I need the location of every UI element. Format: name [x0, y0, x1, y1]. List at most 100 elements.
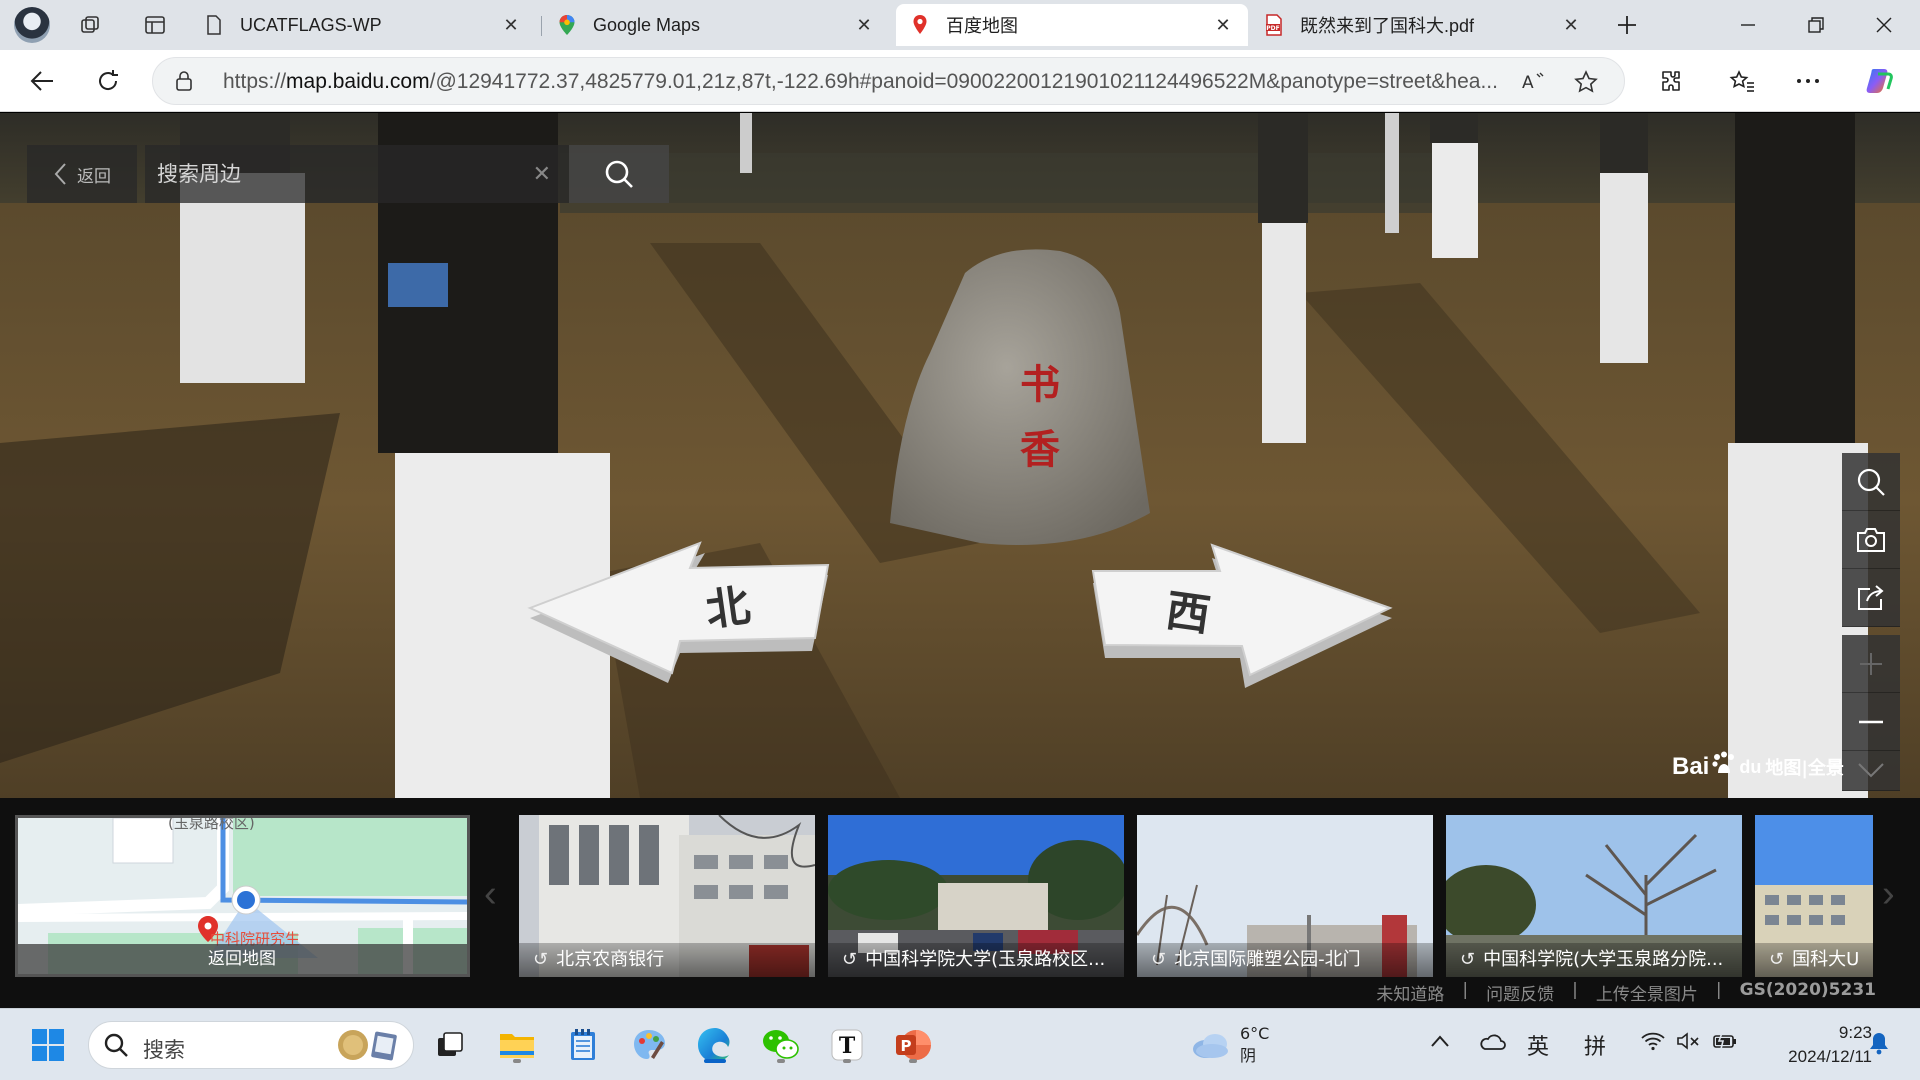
refresh-button[interactable] [88, 62, 128, 100]
onedrive-icon[interactable] [1478, 1031, 1506, 1057]
start-button[interactable] [26, 1023, 70, 1067]
strip-prev-arrow[interactable]: ‹ [484, 873, 497, 916]
read-aloud-icon[interactable]: A [1519, 68, 1549, 96]
svg-text:书: 书 [1020, 362, 1060, 408]
logo-text-bai: Bai [1672, 753, 1710, 780]
nearby-search-input[interactable] [157, 157, 517, 191]
search-icon [103, 1032, 129, 1063]
back-button[interactable]: 返回 [27, 145, 137, 203]
share-icon [1858, 584, 1884, 610]
profile-avatar[interactable] [14, 7, 50, 43]
taskbar-notepad[interactable] [561, 1023, 605, 1067]
browser-toolbar: https://map.baidu.com/@12941772.37,48257… [0, 50, 1920, 112]
taskbar-file-explorer[interactable] [495, 1023, 539, 1067]
thumbnail-title: 北京农商银行 [556, 949, 665, 970]
baidu-map-pin-icon [910, 15, 930, 35]
task-view-icon [438, 1032, 463, 1056]
tab-ucatflags[interactable]: UCATFLAGS-WP ✕ [190, 4, 536, 46]
clear-icon[interactable]: ✕ [533, 161, 551, 187]
notifications-bell-icon[interactable] [1868, 1031, 1890, 1061]
url-host: map.baidu.com [286, 70, 430, 93]
taskbar-edge[interactable] [693, 1023, 737, 1067]
restore-button[interactable] [1788, 6, 1844, 44]
tab-title: 百度地图 [946, 16, 1018, 36]
share-button[interactable] [1842, 569, 1900, 627]
back-label: 返回 [77, 166, 111, 186]
return-to-map-button[interactable]: 返回地图 [18, 944, 467, 974]
minus-icon [1859, 720, 1883, 723]
favorites-icon[interactable] [1722, 62, 1762, 100]
collapse-strip-button[interactable] [1842, 751, 1900, 791]
arrow-left-label: 北 [703, 580, 754, 637]
url-path: /@12941772.37,4825779.01,21z,87t,-122.69… [429, 70, 1498, 93]
wechat-icon [763, 1030, 799, 1059]
panorama-thumbnail[interactable]: ↺ 中国科学院(大学玉泉路分院... [1446, 815, 1742, 977]
taskbar-powerpoint[interactable]: P [891, 1023, 935, 1067]
thumbnail-caption: ↺ 中国科学院大学(玉泉路校区... [828, 943, 1124, 977]
strip-next-arrow[interactable]: › [1882, 873, 1895, 916]
mini-map[interactable]: (玉泉路校区) 中科院研究生 返回地图 [15, 815, 470, 977]
zoom-in-button[interactable] [1842, 635, 1900, 693]
search-button[interactable] [569, 145, 669, 203]
workspaces-icon[interactable] [76, 10, 106, 40]
tab-actions-icon[interactable] [140, 10, 170, 40]
powerpoint-icon: P [896, 1030, 931, 1060]
weather-temperature: 6°C [1240, 1024, 1270, 1043]
close-icon[interactable]: ✕ [1212, 15, 1234, 36]
panorama-thumbnail[interactable]: ↺ 国科大U [1755, 815, 1873, 977]
weather-widget[interactable]: 6°C 阴 [1190, 1023, 1269, 1067]
tab-baidu-map[interactable]: 百度地图 ✕ [896, 4, 1248, 46]
back-button[interactable] [22, 62, 62, 100]
weather-description: 阴 [1240, 1046, 1257, 1065]
nearby-search-box[interactable]: ✕ [145, 145, 569, 203]
task-view-button[interactable] [428, 1023, 472, 1067]
ime-mode-indicator[interactable]: 拼 [1584, 1029, 1606, 1061]
panorama-icon: ↺ [842, 949, 858, 970]
extensions-icon[interactable] [1650, 62, 1690, 100]
screenshot-button[interactable] [1842, 511, 1900, 569]
close-window-button[interactable] [1856, 6, 1912, 44]
close-icon[interactable]: ✕ [853, 15, 875, 36]
system-clock[interactable]: 9:23 2024/12/11 [1760, 1021, 1872, 1069]
feedback-link[interactable]: 问题反馈 [1486, 980, 1554, 1005]
close-icon[interactable]: ✕ [500, 15, 522, 36]
panorama-thumbnail[interactable]: ↺ 中国科学院大学(玉泉路校区... [828, 815, 1124, 977]
running-indicator [843, 1059, 851, 1063]
zoom-out-button[interactable] [1842, 693, 1900, 751]
search-tool-button[interactable] [1842, 453, 1900, 511]
new-tab-button[interactable] [1612, 10, 1642, 40]
url-scheme: https:// [223, 70, 287, 93]
battery-charging-icon[interactable] [1712, 1031, 1738, 1057]
show-hidden-icons-button[interactable] [1430, 1029, 1450, 1054]
more-menu-icon[interactable] [1788, 62, 1828, 100]
active-indicator [704, 1059, 726, 1063]
minimize-button[interactable] [1720, 6, 1776, 44]
chevron-left-icon [54, 163, 66, 185]
street-view-panorama[interactable]: 书 香 北 西 返回 ✕ [0, 113, 1920, 798]
wifi-icon[interactable] [1640, 1031, 1666, 1057]
tab-google-maps[interactable]: Google Maps ✕ [543, 4, 889, 46]
search-highlight-icon [335, 1028, 401, 1062]
taskbar-typora[interactable]: T [825, 1023, 869, 1067]
volume-muted-icon[interactable] [1676, 1031, 1702, 1057]
map-license-number: GS(2020)5231 [1739, 980, 1876, 1000]
tab-separator [541, 16, 542, 36]
upload-panorama-link[interactable]: 上传全景图片 [1596, 980, 1698, 1005]
panorama-thumbnail[interactable]: ↺ 北京国际雕塑公园-北门 [1137, 815, 1433, 977]
taskbar-wechat[interactable] [759, 1023, 803, 1067]
url-text[interactable]: https://map.baidu.com/@12941772.37,48257… [223, 70, 1643, 94]
separator: | [1715, 980, 1722, 1000]
panorama-thumbnail[interactable]: ↺ 北京农商银行 [519, 815, 815, 977]
tab-title: Google Maps [593, 14, 701, 35]
favorite-star-icon[interactable] [1571, 68, 1601, 96]
address-bar[interactable]: https://map.baidu.com/@12941772.37,48257… [152, 57, 1625, 105]
tab-pdf[interactable]: PDF 既然来到了国科大.pdf ✕ [1250, 4, 1596, 46]
taskbar-paint[interactable] [627, 1023, 671, 1067]
taskbar-search-box[interactable]: 搜索 [88, 1021, 414, 1069]
ime-language-indicator[interactable]: 英 [1527, 1029, 1549, 1061]
pdf-icon: PDF [1264, 14, 1284, 36]
copilot-icon[interactable] [1860, 62, 1900, 100]
close-icon[interactable]: ✕ [1560, 15, 1582, 36]
google-maps-icon [557, 15, 577, 35]
lock-icon[interactable] [175, 70, 195, 92]
